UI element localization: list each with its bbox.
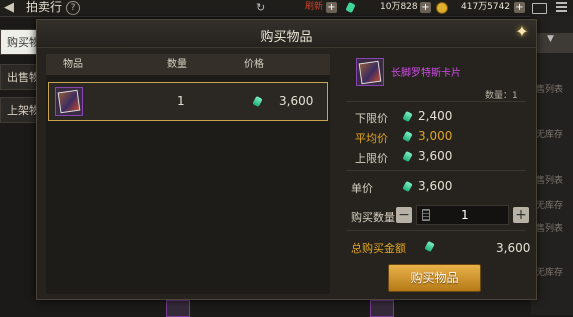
calculator-icon[interactable] [422,209,430,221]
dialog-title: 购买物品 [260,30,313,45]
column-item: 物品 [63,59,83,70]
avg-price-label: 平均价 [355,132,388,145]
item-name: 长脚罗特斯卡片 [391,68,461,79]
chevron-down-icon: ▼ [547,34,554,44]
quantity-value: 1 [461,208,469,222]
help-icon[interactable]: ? [66,1,80,15]
mail-icon[interactable] [532,3,547,14]
back-arrow-icon[interactable]: ◀ [4,0,14,15]
column-quantity: 数量 [167,59,187,70]
divider [346,230,526,231]
add-gem-icon[interactable]: + [420,2,431,13]
menu-icon[interactable] [556,2,567,12]
buy-button[interactable]: 购买物品 [388,264,481,292]
divider [346,101,526,102]
total-label: 总购买金额 [351,242,406,255]
unit-price-label: 单价 [351,182,373,195]
tab-buy[interactable]: 购买物 [0,29,38,55]
gem-balance: 10万828 [380,2,418,12]
purchase-dialog: 购买物品 ✦ 物品 数量 价格 1 3,600 长脚罗特斯卡片 数量：1 下限价… [36,19,537,300]
gem-icon [252,95,263,108]
bg-card-thumbnail [166,300,190,317]
max-price-value: 3,600 [418,149,453,163]
quantity-plus-button[interactable]: + [513,207,529,223]
avg-price-value: 3,000 [418,129,453,143]
refresh-icon[interactable]: ↻ [256,0,265,15]
list-header: 物品 数量 价格 [46,54,330,75]
gem-icon [402,130,413,143]
bg-no-stock-label: 无库存 [536,130,564,140]
card-item-icon [356,58,384,86]
column-price: 价格 [244,59,264,70]
gem-icon [402,150,413,163]
bg-sale-list-label: 售列表 [536,176,564,186]
unit-price-value: 3,600 [418,179,453,193]
page-title: 拍卖行 [26,0,63,14]
add-coin-icon[interactable]: + [514,2,525,13]
card-item-icon [55,87,83,116]
gem-icon [402,110,413,123]
close-icon[interactable]: ✦ [510,20,534,44]
top-bar: ◀ 拍卖行 ? ↻ 刷新 + 10万828 + 417万5742 + [0,0,573,17]
gem-icon [345,1,356,14]
item-quantity: 1 [177,94,185,108]
coin-icon [436,2,448,14]
quantity-minus-button[interactable]: − [396,207,412,223]
tab-listed[interactable]: 上架物 [0,97,38,123]
gem-icon [402,180,413,193]
min-price-value: 2,400 [418,109,453,123]
dialog-header: 购买物品 ✦ [37,20,536,48]
bg-card-thumbnail [370,300,394,317]
refresh-label[interactable]: 刷新 [305,1,323,14]
bg-no-stock-label: 无库存 [536,268,564,278]
bg-sale-list-label: 售列表 [536,85,564,95]
bg-no-stock-label: 无库存 [536,201,564,211]
gem-icon [424,240,435,253]
coin-balance: 417万5742 [461,2,511,12]
tab-sell[interactable]: 出售物 [0,64,38,90]
add-plus-icon[interactable]: + [326,2,337,13]
item-price: 3,600 [279,94,314,108]
min-price-label: 下限价 [355,112,388,125]
divider [346,170,526,171]
item-list-panel: 物品 数量 价格 1 3,600 [46,54,330,294]
max-price-label: 上限价 [355,152,388,165]
quantity-input[interactable]: 1 [416,205,509,225]
item-quantity-line: 数量：1 [485,91,518,101]
bg-sale-list-label: 售列表 [536,224,564,234]
detail-panel: 长脚罗特斯卡片 数量：1 下限价 2,400 平均价 3,000 上限价 3,6… [337,54,531,294]
list-item[interactable]: 1 3,600 [48,82,328,121]
buy-quantity-label: 购买数量 [351,211,395,224]
total-value: 3,600 [496,241,531,255]
